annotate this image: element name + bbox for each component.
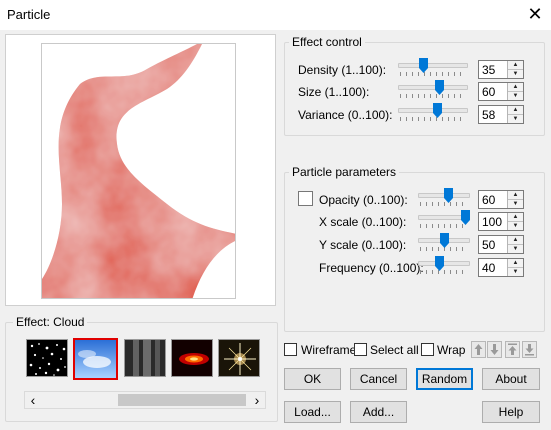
spin-up-icon[interactable]: ▲ bbox=[508, 83, 523, 92]
move-top-button[interactable] bbox=[505, 341, 520, 358]
slider-thumb[interactable] bbox=[419, 58, 428, 73]
spin-down-icon[interactable]: ▼ bbox=[508, 92, 523, 100]
slider-thumb[interactable] bbox=[435, 80, 444, 95]
opacity-value: 60 bbox=[482, 193, 496, 207]
spin-down-icon[interactable]: ▼ bbox=[508, 222, 523, 230]
density-value: 35 bbox=[482, 63, 496, 77]
select-all-checkbox[interactable] bbox=[354, 343, 367, 356]
spin-down-icon[interactable]: ▼ bbox=[508, 245, 523, 253]
fire-thumb[interactable] bbox=[171, 339, 213, 377]
size-label: Size (1..100): bbox=[298, 85, 370, 99]
add-button[interactable]: Add... bbox=[350, 401, 407, 423]
slider-track[interactable] bbox=[398, 63, 468, 68]
cloud-preview-image bbox=[42, 44, 235, 298]
x-scale-label: X scale (0..100): bbox=[319, 215, 407, 229]
slider-track[interactable] bbox=[418, 261, 470, 266]
slider-ticks bbox=[400, 72, 466, 76]
frequency-spinbox[interactable]: 40 ▲ ▼ bbox=[478, 258, 524, 277]
x-scale-slider[interactable] bbox=[418, 210, 470, 230]
help-button[interactable]: Help bbox=[482, 401, 540, 423]
wrap-checkbox[interactable] bbox=[421, 343, 434, 356]
about-button[interactable]: About bbox=[482, 368, 540, 390]
effect-control-title: Effect control bbox=[289, 35, 365, 49]
preview-canvas bbox=[41, 43, 236, 299]
spin-down-icon[interactable]: ▼ bbox=[508, 70, 523, 78]
arrow-down-icon bbox=[490, 344, 499, 355]
ok-button[interactable]: OK bbox=[284, 368, 341, 390]
spin-up-icon[interactable]: ▲ bbox=[508, 61, 523, 70]
spin-up-icon[interactable]: ▲ bbox=[508, 236, 523, 245]
cloud-preview bbox=[75, 340, 116, 378]
arrow-bottom-icon bbox=[525, 344, 534, 356]
frequency-slider[interactable] bbox=[418, 256, 470, 276]
cancel-button[interactable]: Cancel bbox=[350, 368, 407, 390]
move-bottom-button[interactable] bbox=[522, 341, 537, 358]
smoke-preview bbox=[125, 340, 165, 376]
variance-value: 58 bbox=[482, 108, 496, 122]
spin-up-icon[interactable]: ▲ bbox=[508, 259, 523, 268]
wireframe-label: Wireframe bbox=[301, 343, 357, 357]
y-scale-label: Y scale (0..100): bbox=[319, 238, 407, 252]
slider-thumb[interactable] bbox=[440, 233, 449, 248]
variance-slider[interactable] bbox=[398, 103, 468, 123]
spin-up-icon[interactable]: ▲ bbox=[508, 191, 523, 200]
slider-thumb[interactable] bbox=[435, 256, 444, 271]
select-all-label: Select all bbox=[370, 343, 419, 357]
opacity-checkbox[interactable] bbox=[298, 191, 313, 206]
random-button[interactable]: Random bbox=[416, 368, 473, 390]
y-scale-slider[interactable] bbox=[418, 233, 470, 253]
cloud-thumb[interactable] bbox=[73, 338, 118, 380]
scroll-left-icon[interactable]: ‹ bbox=[25, 392, 41, 408]
size-value: 60 bbox=[482, 85, 496, 99]
wireframe-checkbox[interactable] bbox=[284, 343, 297, 356]
arrow-top-icon bbox=[508, 343, 517, 355]
effect-title: Effect: Cloud bbox=[13, 315, 88, 329]
move-down-button[interactable] bbox=[487, 341, 502, 358]
close-icon[interactable]: ✕ bbox=[522, 2, 548, 26]
window-title: Particle bbox=[7, 7, 51, 22]
variance-spinbox[interactable]: 58 ▲ ▼ bbox=[478, 105, 524, 124]
x-scale-spinbox[interactable]: 100 ▲ ▼ bbox=[478, 212, 524, 231]
particle-parameters-title: Particle parameters bbox=[289, 165, 400, 179]
y-scale-value: 50 bbox=[482, 238, 496, 252]
density-label: Density (1..100): bbox=[298, 63, 387, 77]
title-bar bbox=[0, 0, 551, 30]
move-up-button[interactable] bbox=[471, 341, 486, 358]
size-slider[interactable] bbox=[398, 80, 468, 100]
density-slider[interactable] bbox=[398, 58, 468, 78]
spin-up-icon[interactable]: ▲ bbox=[508, 106, 523, 115]
smoke-thumb[interactable] bbox=[124, 339, 166, 377]
spin-up-icon[interactable]: ▲ bbox=[508, 213, 523, 222]
variance-label: Variance (0..100): bbox=[298, 108, 393, 122]
load-button[interactable]: Load... bbox=[284, 401, 341, 423]
density-spinbox[interactable]: 35 ▲ ▼ bbox=[478, 60, 524, 79]
stars-thumb[interactable] bbox=[26, 339, 68, 377]
slider-track[interactable] bbox=[398, 85, 468, 90]
scroll-right-icon[interactable]: › bbox=[249, 392, 265, 408]
sparkle-thumb[interactable] bbox=[218, 339, 260, 377]
slider-thumb[interactable] bbox=[444, 188, 453, 203]
y-scale-spinbox[interactable]: 50 ▲ ▼ bbox=[478, 235, 524, 254]
sparkle-preview bbox=[219, 340, 259, 376]
spin-down-icon[interactable]: ▼ bbox=[508, 268, 523, 276]
opacity-label: Opacity (0..100): bbox=[319, 193, 408, 207]
slider-ticks bbox=[420, 270, 468, 274]
scrollbar-thumb[interactable] bbox=[118, 394, 246, 406]
spin-down-icon[interactable]: ▼ bbox=[508, 115, 523, 123]
opacity-slider[interactable] bbox=[418, 188, 470, 208]
stars-preview bbox=[27, 340, 67, 376]
arrow-up-icon bbox=[474, 344, 483, 355]
size-spinbox[interactable]: 60 ▲ ▼ bbox=[478, 82, 524, 101]
frequency-value: 40 bbox=[482, 261, 496, 275]
x-scale-value: 100 bbox=[482, 215, 503, 229]
slider-thumb[interactable] bbox=[461, 210, 470, 225]
spin-down-icon[interactable]: ▼ bbox=[508, 200, 523, 208]
slider-ticks bbox=[400, 94, 466, 98]
frequency-label: Frequency (0..100): bbox=[319, 261, 424, 275]
opacity-spinbox[interactable]: 60 ▲ ▼ bbox=[478, 190, 524, 209]
slider-thumb[interactable] bbox=[433, 103, 442, 118]
wrap-label: Wrap bbox=[437, 343, 466, 357]
fire-preview bbox=[172, 340, 212, 376]
